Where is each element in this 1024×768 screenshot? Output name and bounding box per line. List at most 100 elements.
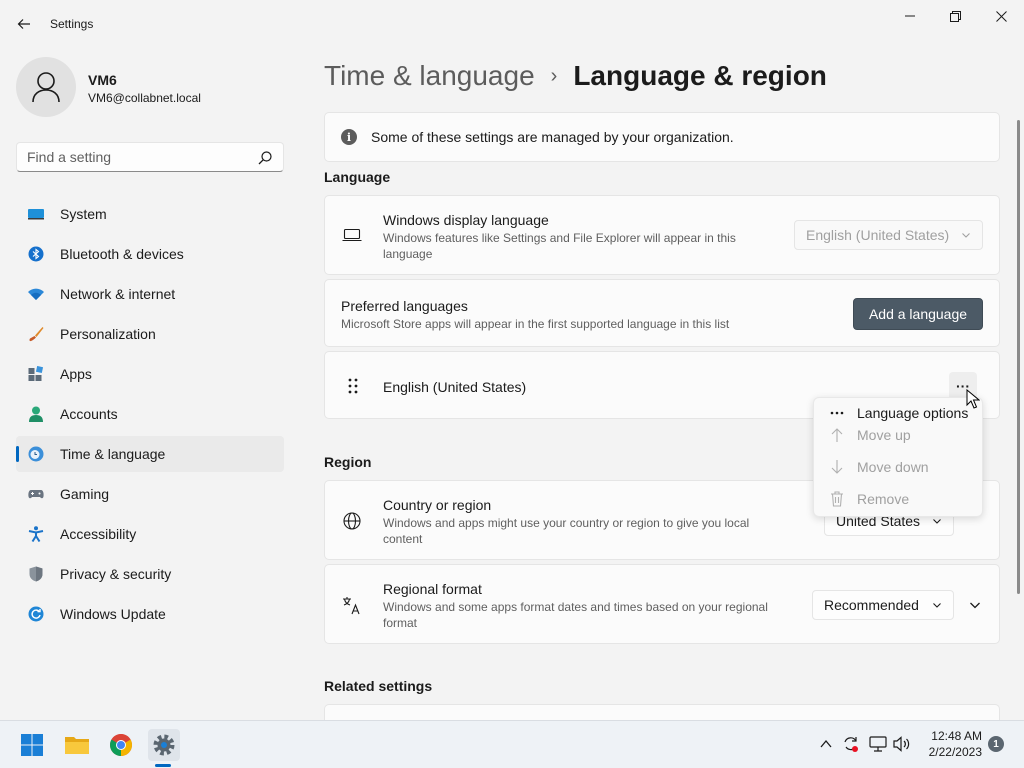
sidebar-item-network[interactable]: Network & internet [16,276,284,312]
add-language-button[interactable]: Add a language [853,298,983,330]
back-arrow-icon [17,19,30,29]
regional-format-value: Recommended [824,597,919,613]
clock-date: 2/22/2023 [928,745,982,759]
minimize-icon [905,15,915,17]
sidebar-item-label: Personalization [60,326,156,342]
drag-handle-icon[interactable] [343,376,363,396]
start-icon [21,734,43,756]
breadcrumb-separator: › [550,64,558,87]
preferred-languages-title: Preferred languages [341,298,468,314]
sidebar-item-label: Network & internet [60,286,176,302]
language-entry-label: English (United States) [383,379,527,395]
country-region-title: Country or region [383,497,492,513]
regional-format-icon [342,595,362,615]
sidebar-item-accounts[interactable]: Accounts [16,396,284,432]
sidebar-item-label: System [60,206,107,222]
country-region-desc: Windows and apps might use your country … [383,516,750,546]
display-language-dropdown: English (United States) [794,220,983,250]
active-app-indicator [155,764,171,767]
sidebar-item-apps[interactable]: Apps [16,356,284,392]
display-language-value: English (United States) [806,227,950,243]
search-icon [258,151,272,165]
chevron-down-icon [933,519,941,524]
menu-item-move-up: Move up [814,420,984,450]
sidebar-item-time-language[interactable]: Time & language [16,436,284,472]
sidebar-item-label: Privacy & security [60,566,172,582]
accounts-icon [29,406,43,422]
breadcrumb-parent[interactable]: Time & language [324,60,535,92]
file-explorer-button[interactable] [61,729,93,761]
back-button[interactable] [12,12,36,36]
gamepad-icon [28,490,44,499]
restore-button[interactable] [932,4,978,28]
chevron-up-icon [820,739,832,748]
section-heading-related: Related settings [324,678,433,694]
chrome-icon [110,734,132,756]
scrollbar[interactable] [1017,120,1020,594]
sidebar-item-system[interactable]: System [16,196,284,232]
clock-globe-icon [28,446,44,462]
apps-icon [28,366,44,381]
minimize-button[interactable] [887,4,933,28]
bluetooth-icon [28,246,44,262]
globe-icon [342,511,362,531]
menu-item-label: Language options [857,405,969,421]
title-bar: Settings [0,0,1024,48]
file-explorer-icon [65,737,89,754]
language-context-menu: Language options Move up Move down Remov… [813,397,983,517]
sync-tray-button[interactable] [842,735,860,753]
show-hidden-icons-button[interactable] [817,735,835,753]
menu-item-move-down: Move down [814,452,984,482]
info-icon: i [341,129,357,145]
sidebar-item-privacy[interactable]: Privacy & security [16,556,284,592]
expand-button[interactable] [961,590,989,620]
network-tray-button[interactable] [869,735,887,753]
trash-icon [828,490,846,508]
shield-icon [29,566,43,582]
volume-icon [893,736,910,752]
menu-item-label: Remove [857,491,910,507]
preferred-languages-card: Preferred languages Microsoft Store apps… [324,279,1000,347]
page-title: Language & region [573,60,827,91]
sidebar-item-accessibility[interactable]: Accessibility [16,516,284,552]
sidebar-item-windows-update[interactable]: Windows Update [16,596,284,632]
avatar[interactable] [16,57,76,117]
search-box[interactable] [16,142,284,172]
user-email: VM6@collabnet.local [88,91,201,105]
laptop-icon [342,225,362,245]
regional-format-card[interactable]: Regional format Windows and some apps fo… [324,564,1000,644]
update-icon [28,606,44,622]
breadcrumb: Time & language › Language & region [324,58,827,94]
sidebar-item-personalization[interactable]: Personalization [16,316,284,352]
banner-text: Some of these settings are managed by yo… [371,129,734,145]
sidebar-item-label: Accounts [60,406,118,422]
start-button[interactable] [16,729,48,761]
system-icon [28,209,44,220]
app-title: Settings [50,17,94,31]
regional-format-desc: Windows and some apps format dates and t… [383,600,768,630]
arrow-up-icon [828,426,846,444]
brush-icon [29,327,44,342]
sidebar-item-label: Gaming [60,486,110,502]
managed-banner: i Some of these settings are managed by … [324,112,1000,162]
sidebar-nav: System Bluetooth & devices Network & int… [16,196,284,636]
search-input[interactable] [27,149,247,165]
chrome-button[interactable] [105,729,137,761]
regional-format-dropdown[interactable]: Recommended [812,590,954,620]
close-button[interactable] [978,4,1024,28]
arrow-down-icon [828,458,846,476]
notification-badge[interactable]: 1 [988,736,1004,752]
user-icon [32,72,60,103]
volume-tray-button[interactable] [893,735,911,753]
clock[interactable]: 12:48 AM 2/22/2023 [920,728,982,760]
sidebar-item-gaming[interactable]: Gaming [16,476,284,512]
accessibility-icon [28,526,44,542]
display-language-desc: Windows features like Settings and File … [383,231,736,261]
menu-item-label: Move down [857,459,929,475]
close-icon [995,10,1007,22]
preferred-languages-desc: Microsoft Store apps will appear in the … [341,317,730,331]
settings-taskbar-button[interactable] [148,729,180,761]
chevron-down-icon [970,602,980,609]
sidebar-item-bluetooth[interactable]: Bluetooth & devices [16,236,284,272]
sync-icon [844,737,858,752]
